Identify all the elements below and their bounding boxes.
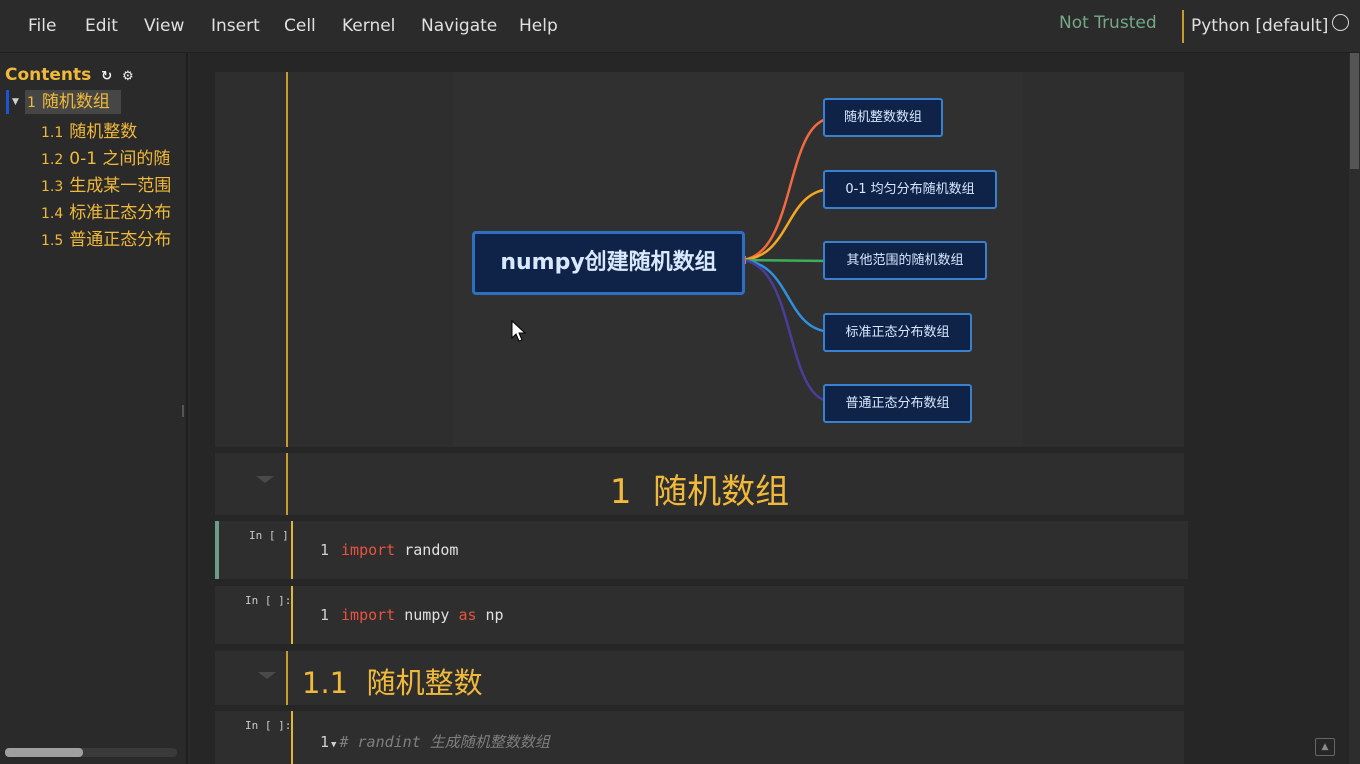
toc-item-1-4[interactable]: 1.4 标准正态分布 (41, 198, 178, 223)
cell-prompt: In [ ]: (245, 594, 292, 607)
toc-item-label: 标准正态分布 (69, 203, 172, 223)
markdown-cell-heading-1[interactable]: 1 随机数组 (215, 453, 1184, 515)
menu-view[interactable]: View (144, 16, 184, 36)
code-keyword: import (341, 541, 396, 559)
kernel-separator (1182, 10, 1184, 43)
toc-horizontal-scrollbar[interactable] (5, 748, 177, 757)
fold-arrow-icon[interactable]: ▼ (331, 740, 336, 750)
heading-title: 随机数组 (653, 472, 790, 512)
menu-help[interactable]: Help (519, 16, 558, 36)
code-keyword: as (458, 606, 477, 624)
mouse-cursor-icon (511, 320, 527, 342)
mindmap-node-3: 其他范围的随机数组 (823, 241, 987, 280)
gear-icon[interactable]: ⚙ (122, 69, 134, 84)
cell-gutter (291, 711, 293, 764)
menu-edit[interactable]: Edit (85, 16, 118, 36)
menu-cell[interactable]: Cell (284, 16, 316, 36)
toc-item-number: 1.3 (41, 179, 64, 195)
mindmap-root-node: numpy创建随机数组 (472, 231, 745, 295)
toc-item-number: 1.1 (41, 125, 64, 141)
toc-item-1-2[interactable]: 1.2 0-1 之间的随 (41, 144, 178, 169)
menu-kernel[interactable]: Kernel (342, 16, 395, 36)
toc-item-label: 0-1 之间的随 (69, 149, 171, 169)
code-text: np (476, 606, 504, 624)
markdown-cell-heading-1-1[interactable]: 1.1 随机整数 (215, 651, 1184, 705)
mindmap-node-1: 随机整数数组 (823, 98, 943, 137)
code-keyword: import (341, 606, 396, 624)
cell-gutter (286, 651, 288, 705)
mindmap-node-5: 普通正态分布数组 (823, 384, 972, 423)
heading-2: 1.1 随机整数 (302, 660, 483, 702)
scroll-to-top-icon[interactable]: ▲ (1315, 738, 1335, 756)
refresh-icon[interactable]: ↻ (101, 69, 112, 84)
toc-item-number: 1.2 (41, 152, 64, 168)
code-cell-import-random[interactable]: In [ ]: 1 import random (215, 521, 1188, 579)
cell-gutter (291, 586, 293, 644)
code-text: random (395, 541, 459, 559)
code-line[interactable]: 1 import numpy as np (320, 606, 504, 624)
line-number: 1 (320, 733, 330, 751)
markdown-cell-mindmap[interactable]: numpy创建随机数组 随机整数数组 0-1 均匀分布随机数组 其他范围的随机数… (215, 72, 1184, 447)
toc-resize-handle[interactable] (182, 405, 184, 417)
notebook-vertical-scrollbar[interactable] (1349, 53, 1360, 764)
toc-item-number: 1.5 (41, 233, 64, 249)
line-number: 1 (320, 541, 330, 559)
toc-active-marker (6, 90, 9, 114)
toc-item-label: 普通正态分布 (69, 230, 172, 250)
heading-number: 1 (609, 472, 632, 512)
toc-item-label: 随机数组 (41, 92, 110, 112)
mindmap-node-2: 0-1 均匀分布随机数组 (823, 170, 997, 209)
code-cell-import-numpy[interactable]: In [ ]: 1 import numpy as np (215, 586, 1184, 644)
scrollbar-thumb[interactable] (1350, 53, 1359, 169)
menubar: File Edit View Insert Cell Kernel Naviga… (0, 0, 1360, 53)
notebook-area: numpy创建随机数组 随机整数数组 0-1 均匀分布随机数组 其他范围的随机数… (190, 53, 1350, 764)
toc-item-label: 随机整数 (69, 122, 138, 142)
toc-item-number: 1.4 (41, 206, 64, 222)
toc-item-number: 1 (27, 95, 36, 111)
code-cell-randint[interactable]: In [ ]: 1 ▼ # randint 生成随机整数数组 (215, 711, 1184, 764)
heading-1: 1 随机数组 (215, 464, 1184, 513)
branch-line-5 (738, 258, 834, 404)
toc-header: Contents ↻ ⚙ (5, 65, 134, 85)
mindmap-image: numpy创建随机数组 随机整数数组 0-1 均匀分布随机数组 其他范围的随机数… (453, 72, 1023, 446)
collapse-heading-icon[interactable] (258, 672, 276, 679)
heading-title: 随机整数 (366, 666, 483, 700)
toc-sidebar: Contents ↻ ⚙ ▼ 1 随机数组 1.1 随机整数 1.2 0-1 之间的随… (0, 53, 188, 764)
toc-item-1-1[interactable]: 1.1 随机整数 (41, 117, 178, 142)
code-line[interactable]: 1 ▼ # randint 生成随机整数数组 (320, 731, 550, 752)
mindmap-node-4: 标准正态分布数组 (823, 313, 972, 352)
branch-line-1 (738, 116, 834, 262)
code-line[interactable]: 1 import random (320, 541, 458, 559)
cell-gutter (286, 72, 288, 447)
code-text: numpy (395, 606, 459, 624)
toc-title: Contents (5, 65, 92, 85)
line-number: 1 (320, 606, 330, 624)
trust-status[interactable]: Not Trusted (1059, 13, 1157, 33)
toc-item-1-5[interactable]: 1.5 普通正态分布 (41, 225, 178, 250)
toc-scrollbar-thumb[interactable] (5, 748, 83, 757)
kernel-idle-indicator (1332, 14, 1349, 31)
kernel-name[interactable]: Python [default] (1191, 16, 1328, 36)
menu-insert[interactable]: Insert (211, 16, 260, 36)
cell-gutter (291, 521, 293, 579)
cell-prompt: In [ ]: (249, 529, 296, 542)
toc-collapse-caret-icon[interactable]: ▼ (12, 97, 19, 107)
toc-item-1[interactable]: 1 随机数组 (25, 90, 121, 114)
menu-navigate[interactable]: Navigate (421, 16, 497, 36)
toc-item-1-3[interactable]: 1.3 生成某一范围 (41, 171, 178, 196)
code-comment: # randint 生成随机整数数组 (339, 733, 550, 751)
heading-number: 1.1 (302, 666, 349, 700)
toc-item-label: 生成某一范围 (69, 176, 172, 196)
menu-file[interactable]: File (28, 16, 56, 36)
cell-prompt: In [ ]: (245, 719, 292, 732)
